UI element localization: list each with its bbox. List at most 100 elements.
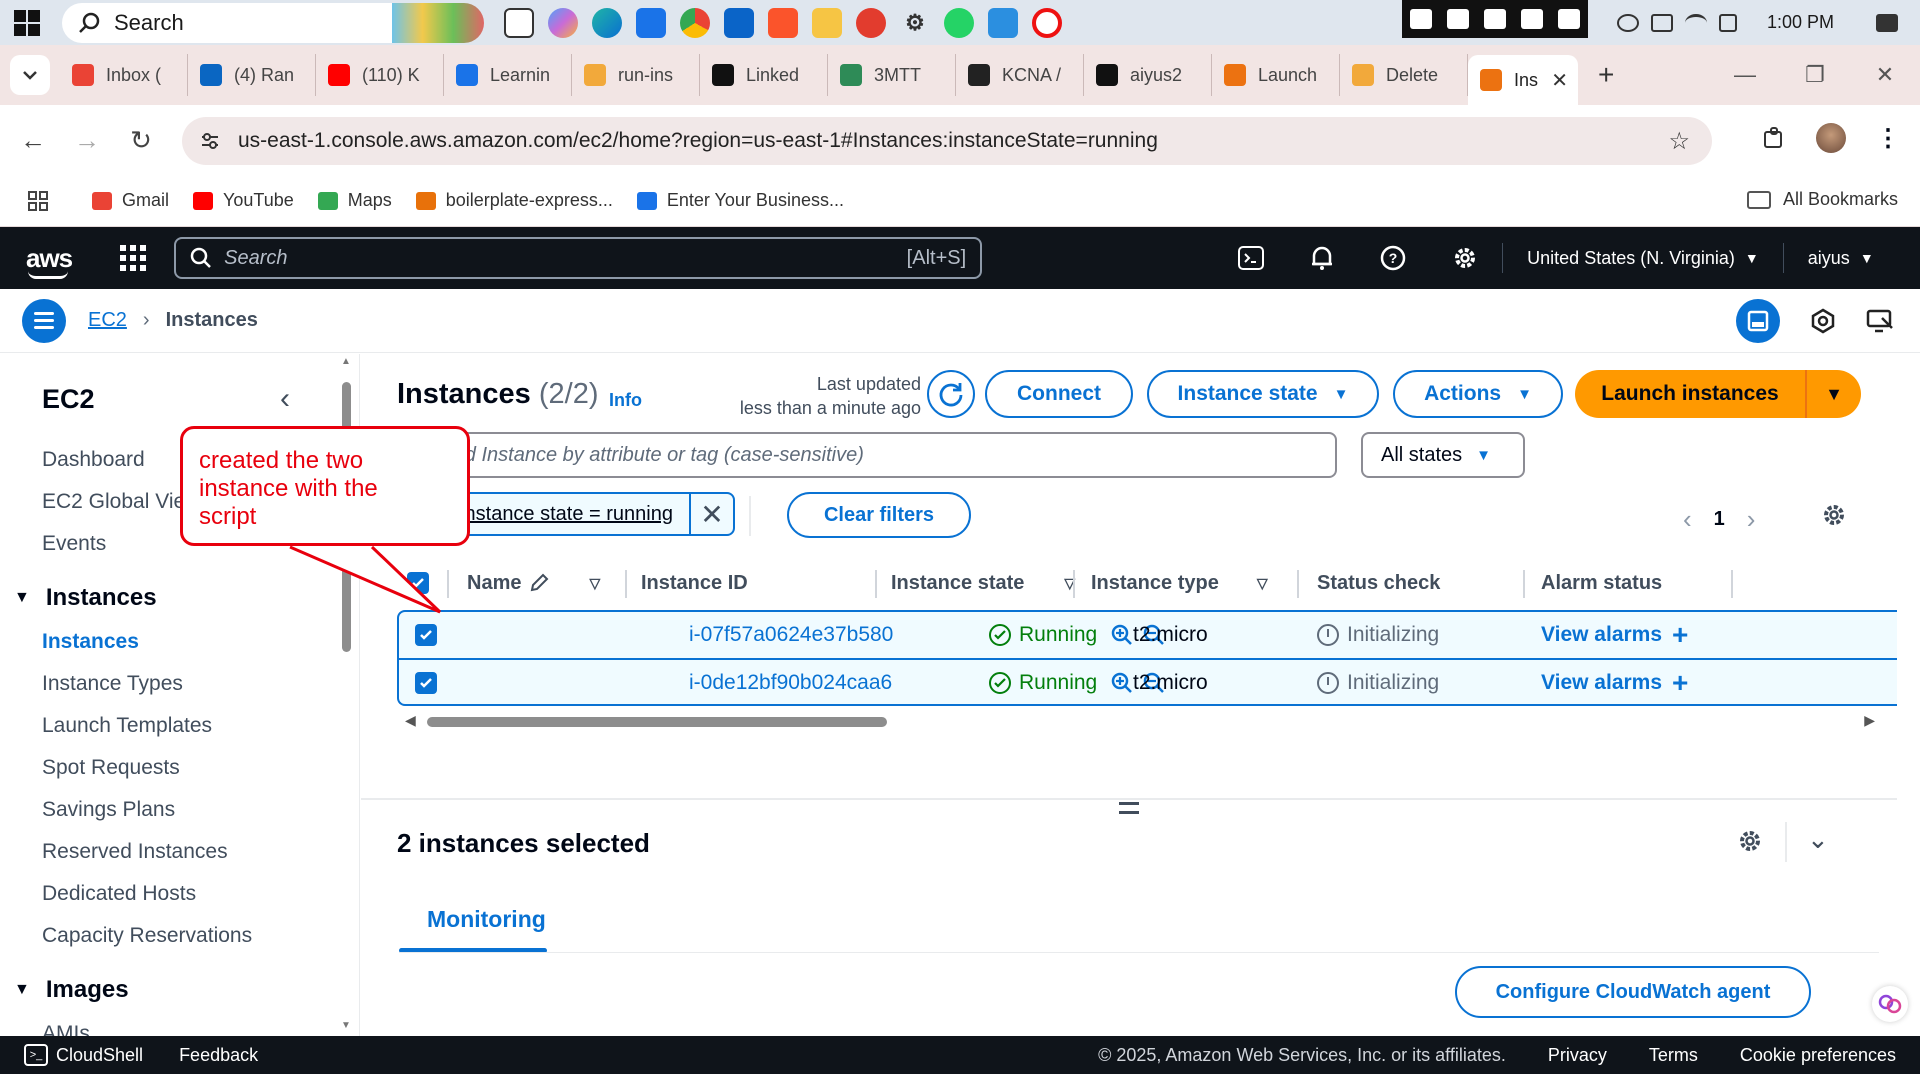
add-alarm-icon[interactable]: + [1672,619,1688,651]
tab-monitoring[interactable]: Monitoring [427,906,546,933]
cloudshell-button[interactable]: >_ CloudShell [24,1044,143,1066]
close-tab-icon[interactable]: ✕ [1551,68,1568,93]
col-header-status-check[interactable]: Status check [1317,560,1440,606]
configure-cloudwatch-button[interactable]: Configure CloudWatch agent [1455,966,1811,1018]
wps-icon[interactable] [856,7,886,38]
col-header-instance-id[interactable]: Instance ID [641,560,748,606]
actions-button[interactable]: Actions ▼ [1393,370,1563,418]
browser-tab[interactable]: Launch [1212,54,1340,96]
assistant-brain-icon[interactable] [1872,986,1908,1022]
cell-alarm-status[interactable]: View alarms + [1541,612,1688,658]
sort-caret-icon[interactable]: ▽ [589,575,600,592]
select-all-checkbox[interactable] [407,560,429,606]
window-icon[interactable] [1521,9,1544,29]
file-explorer-icon[interactable] [812,7,842,38]
states-select[interactable]: All states ▼ [1361,432,1525,478]
chevron-down-icon[interactable]: ⌄ [1807,824,1829,855]
help-icon[interactable]: ? [1380,245,1406,271]
brave-icon[interactable] [768,7,798,38]
bookmark-item[interactable]: Gmail [92,190,169,211]
tab-search-button[interactable] [10,55,50,95]
forward-button[interactable]: → [60,125,114,156]
zoom-in-icon[interactable] [1111,672,1133,694]
browser-tab[interactable]: KCNA / [956,54,1084,96]
back-button[interactable]: ← [6,125,60,156]
vscode-icon[interactable] [988,7,1018,38]
tab-active-instances[interactable]: Ins ✕ [1468,55,1578,105]
col-header-instance-type[interactable]: Instance type ▽ [1091,560,1268,606]
reload-button[interactable]: ↻ [114,125,168,156]
site-info-icon[interactable] [200,131,220,151]
instance-search-input[interactable]: Find Instance by attribute or tag (case-… [397,432,1337,478]
extensions-icon[interactable] [1762,126,1786,150]
bookmark-item[interactable]: Maps [317,190,392,211]
recorder-icon[interactable] [1032,7,1062,38]
scroll-left-icon[interactable]: ◀ [405,712,416,729]
info-link[interactable]: Info [609,390,642,411]
wifi-icon[interactable] [1684,13,1707,32]
video-icon[interactable] [1483,9,1506,29]
monitor-edit-icon[interactable] [1866,308,1894,334]
kebab-menu-icon[interactable]: ⋮ [1876,124,1900,153]
store-icon[interactable] [636,7,666,38]
sidebar-item-reserved-instances[interactable]: Reserved Instances [42,840,228,864]
volume-icon[interactable] [1718,13,1737,32]
url-field[interactable]: us-east-1.console.aws.amazon.com/ec2/hom… [182,117,1712,165]
cell-alarm-status[interactable]: View alarms + [1541,660,1688,706]
profile-avatar[interactable] [1816,123,1846,153]
windows-start-icon[interactable] [0,0,54,45]
sidebar-item-spot-requests[interactable]: Spot Requests [42,756,180,780]
browser-tab[interactable]: (110) K [316,54,444,96]
split-panel-settings-gear-icon[interactable] [1737,828,1763,854]
table-preferences-gear-icon[interactable] [1821,502,1847,528]
cloudshell-icon[interactable] [1238,246,1265,270]
region-selector[interactable]: United States (N. Virginia) ▼ [1527,248,1759,269]
scrollbar-thumb[interactable] [427,717,887,727]
outlook-icon[interactable] [724,7,754,38]
settings-gear-icon[interactable] [1452,245,1478,271]
resize-handle-icon[interactable] [1119,802,1139,814]
bookmark-item[interactable]: YouTube [193,190,294,211]
row-checkbox[interactable] [415,612,437,658]
sidebar-item-amis[interactable]: AMIs [42,1022,90,1036]
collapse-chevron-icon[interactable]: ‹ [280,382,290,416]
breadcrumb-ec2-link[interactable]: EC2 [88,309,127,332]
clear-filters-button[interactable]: Clear filters [787,492,971,538]
sidebar-item-savings-plans[interactable]: Savings Plans [42,798,175,822]
table-row[interactable]: i-07f57a0624e37b580 Running t2.micro Ini… [399,612,1897,658]
cell-instance-id[interactable]: i-0de12bf90b024caa6 [689,660,892,706]
gear-icon[interactable] [1558,9,1581,29]
browser-tab[interactable]: Inbox ( [60,54,188,96]
task-view-icon[interactable] [504,7,534,38]
refresh-button[interactable] [927,370,975,418]
notification-icon[interactable] [1876,13,1898,32]
scroll-down-icon[interactable]: ▼ [341,1020,351,1031]
chrome-icon[interactable] [680,7,710,38]
privacy-link[interactable]: Privacy [1548,1045,1607,1066]
browser-tab[interactable]: run-ins [572,54,700,96]
bookmark-item[interactable]: boilerplate-express... [415,190,613,211]
col-header-name[interactable]: Name ▽ [467,560,600,606]
table-horizontal-scrollbar[interactable]: ◀ ▶ [405,712,1875,730]
sidebar-item-instance-types[interactable]: Instance Types [42,672,183,696]
bookmark-item[interactable]: Enter Your Business... [636,190,844,211]
feedback-link[interactable]: Feedback [179,1045,258,1066]
launch-instances-button[interactable]: Launch instances [1575,370,1805,418]
remove-filter-icon[interactable]: ✕ [689,494,733,534]
restore-icon[interactable]: ❐ [1780,62,1850,88]
scroll-right-icon[interactable]: ▶ [1864,712,1875,729]
cell-instance-id[interactable]: i-07f57a0624e37b580 [689,612,893,658]
col-header-alarm-status[interactable]: Alarm status [1541,560,1662,606]
connect-button[interactable]: Connect [985,370,1133,418]
bookmark-star-icon[interactable]: ☆ [1668,127,1690,156]
sort-caret-icon[interactable]: ▽ [1257,575,1268,592]
aws-logo[interactable]: aws [26,243,73,279]
cloud-icon[interactable] [1616,13,1639,32]
copilot-icon[interactable] [548,7,578,38]
sidebar-item-global-view[interactable]: EC2 Global View [42,490,200,514]
notifications-bell-icon[interactable] [1310,245,1334,271]
browser-tab[interactable]: Delete [1340,54,1468,96]
row-checkbox[interactable] [415,660,437,706]
services-grid-icon[interactable] [120,245,147,271]
scroll-up-icon[interactable]: ▲ [341,356,351,367]
